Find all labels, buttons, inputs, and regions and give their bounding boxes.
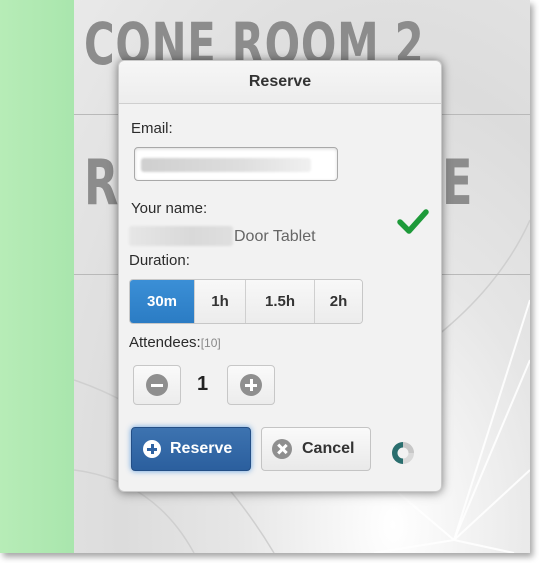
plus-icon [143, 440, 161, 458]
duration-1h-button[interactable]: 1h [195, 280, 246, 323]
duration-30m-button[interactable]: 30m [130, 280, 195, 323]
name-label: Your name: [131, 200, 208, 217]
name-redacted [129, 226, 233, 246]
attendees-max: [10] [200, 336, 221, 350]
cancel-button-label: Cancel [302, 440, 355, 457]
plus-circle-icon [240, 374, 262, 396]
increment-button[interactable] [227, 365, 275, 405]
reserve-dialog: Reserve Email: Your name: Door Tablet Du… [118, 60, 442, 492]
close-circle-icon [272, 439, 292, 459]
cancel-button[interactable]: Cancel [261, 427, 371, 471]
duration-1-5h-button[interactable]: 1.5h [246, 280, 315, 323]
side-strip [0, 0, 74, 553]
attendees-label-text: Attendees: [129, 334, 201, 351]
email-value-redacted [141, 158, 311, 172]
reserve-button[interactable]: Reserve [131, 427, 251, 471]
email-field[interactable] [134, 147, 338, 181]
background-letter-right: E [442, 146, 473, 219]
duration-selector: 30m 1h 1.5h 2h [129, 279, 363, 324]
decrement-button[interactable] [133, 365, 181, 405]
reserve-button-label: Reserve [170, 440, 233, 457]
dialog-title: Reserve [119, 61, 441, 104]
attendees-label: Attendees:[10] [129, 334, 221, 351]
name-value: Door Tablet [234, 228, 316, 245]
email-label: Email: [131, 120, 173, 137]
duration-label: Duration: [129, 252, 190, 269]
check-icon [397, 209, 429, 234]
attendees-count: 1 [197, 373, 209, 395]
background-letter-left: R [84, 146, 119, 219]
minus-circle-icon [146, 374, 168, 396]
duration-2h-button[interactable]: 2h [315, 280, 362, 323]
spinner-icon [392, 442, 414, 464]
